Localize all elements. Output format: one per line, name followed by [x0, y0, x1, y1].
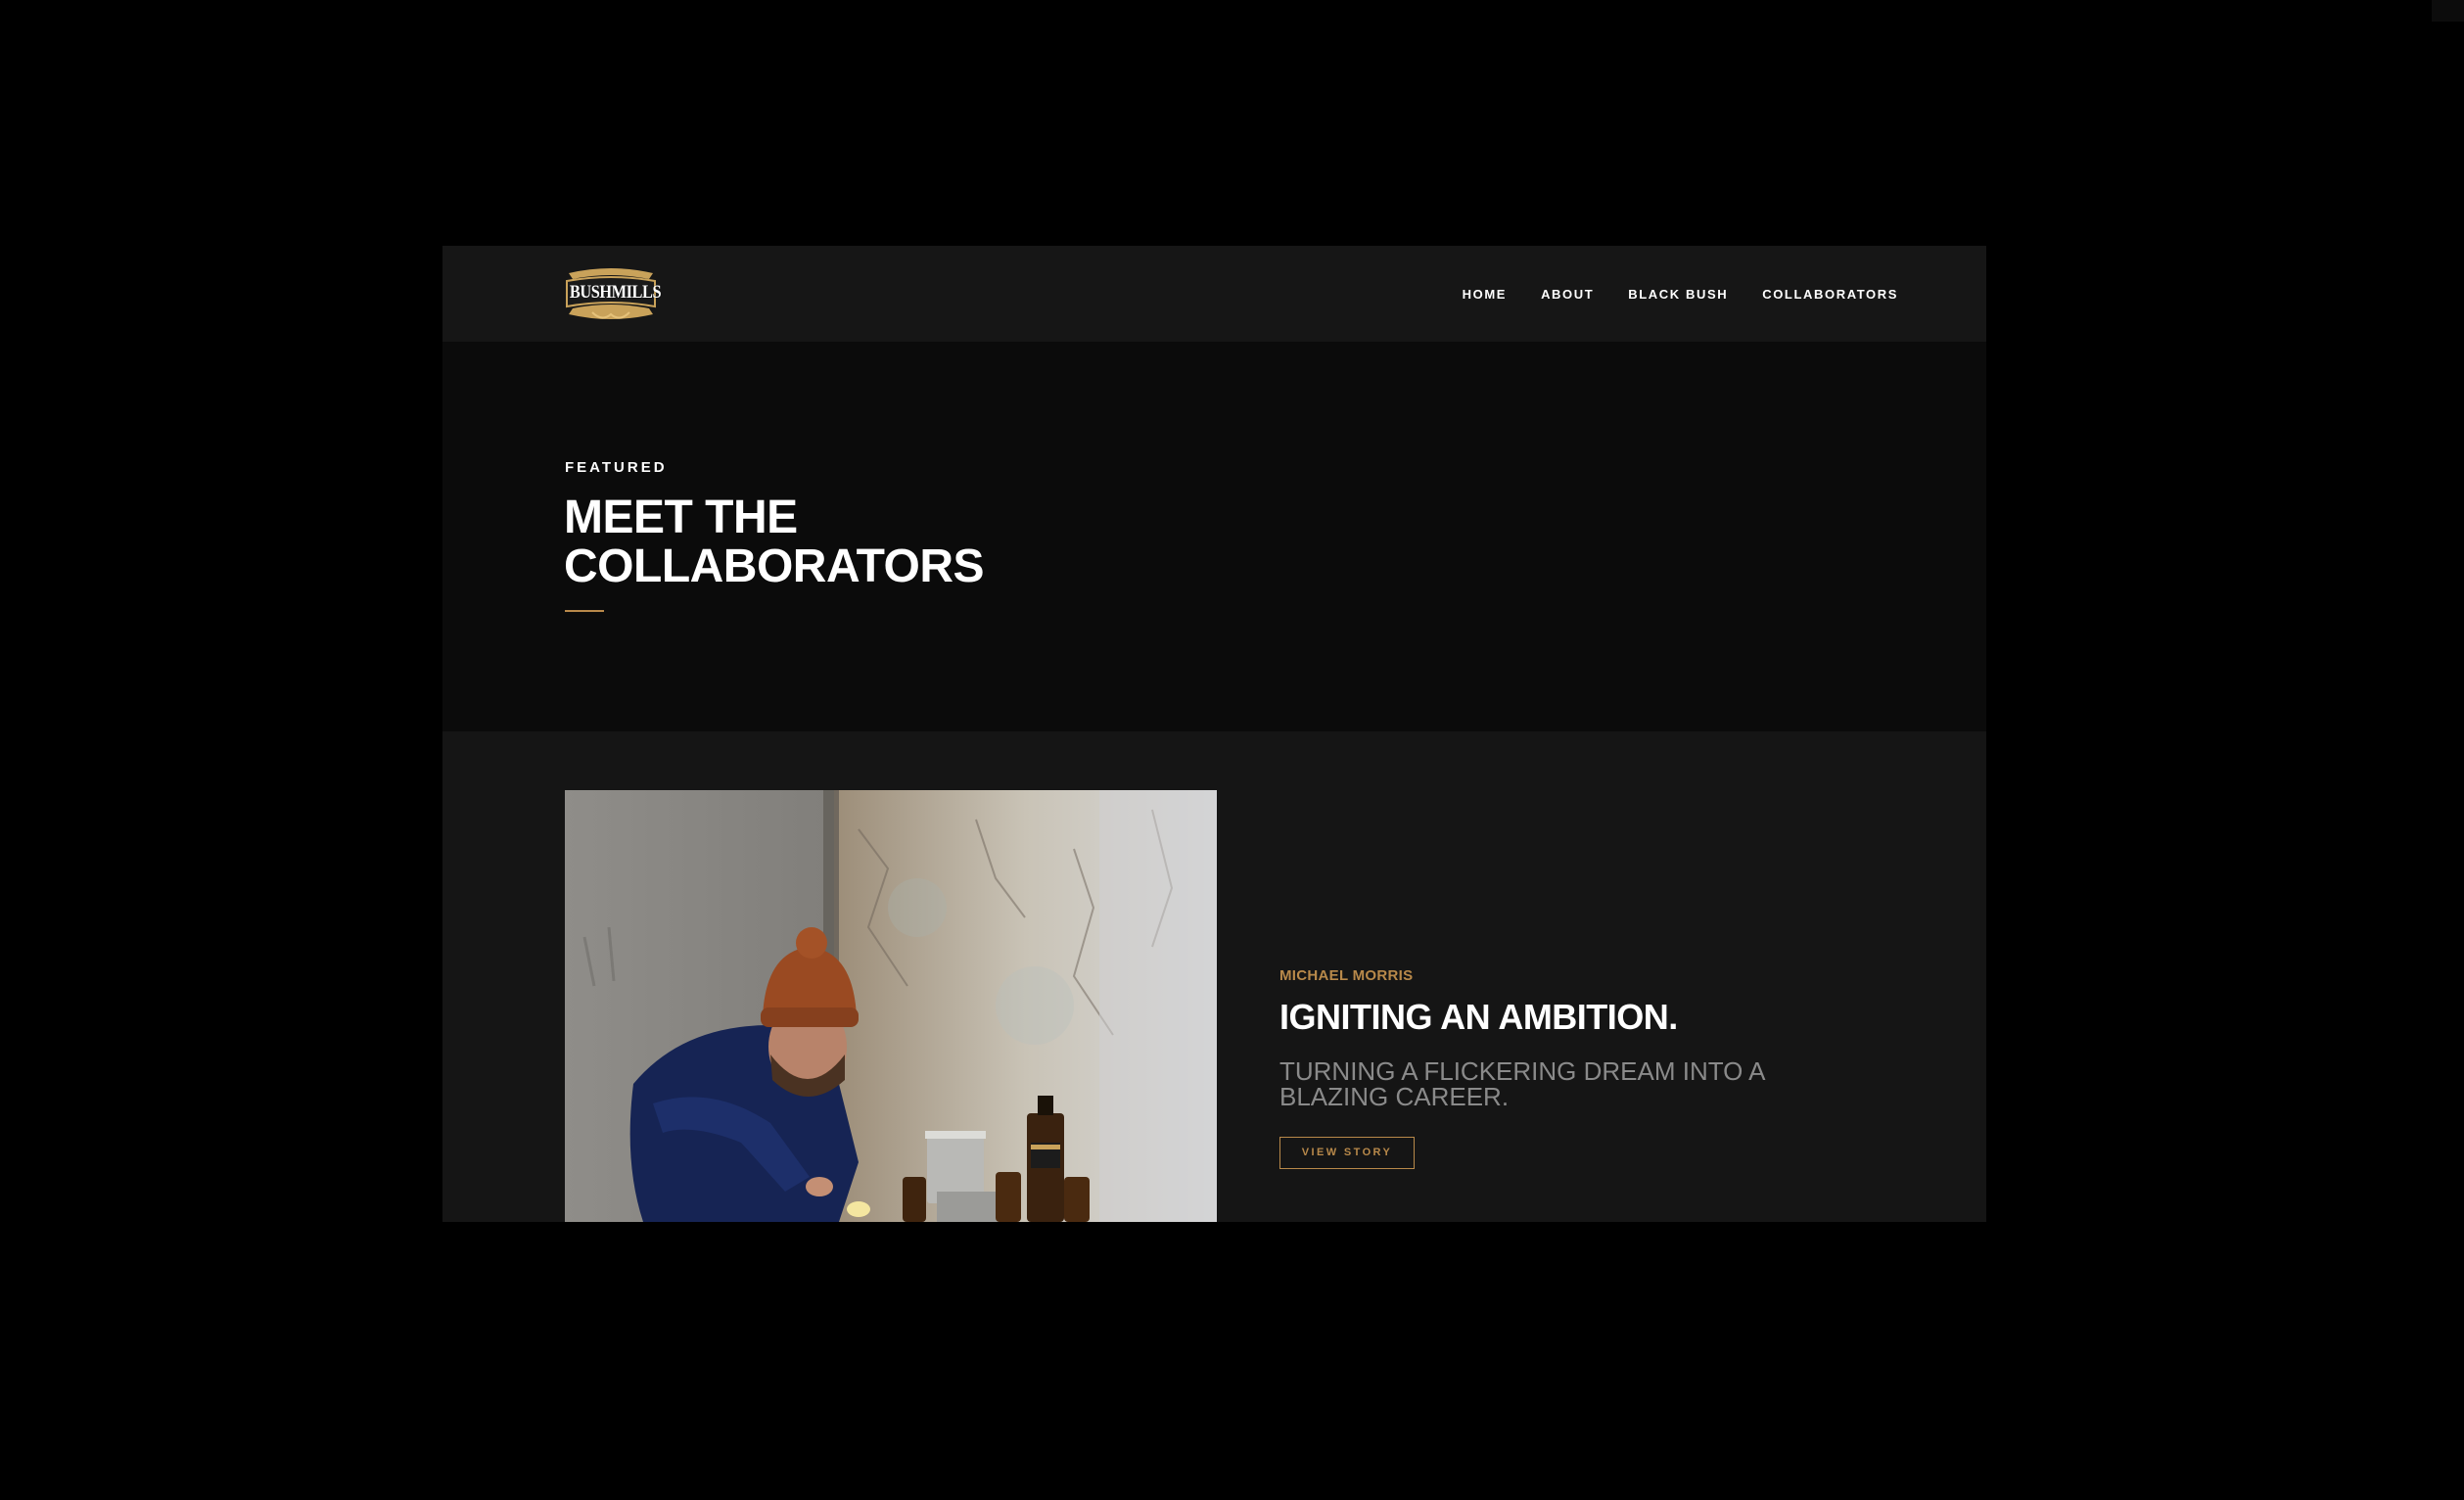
hero-section: FEATURED MEET THE COLLABORATORS	[442, 342, 1986, 731]
feature-photo[interactable]	[565, 790, 1217, 1222]
nav-item-home[interactable]: HOME	[1463, 287, 1507, 302]
nav-item-black-bush[interactable]: BLACK BUSH	[1628, 287, 1728, 302]
main-nav: HOME ABOUT BLACK BUSH COLLABORATORS	[1463, 246, 1898, 342]
hero-eyebrow: FEATURED	[565, 459, 668, 476]
hero-accent-rule	[565, 610, 604, 612]
nav-item-about[interactable]: ABOUT	[1541, 287, 1594, 302]
nav-item-collaborators[interactable]: COLLABORATORS	[1762, 287, 1898, 302]
logo-wordmark: BUSHMILLS	[569, 282, 662, 303]
person-pouring-photo-icon	[565, 790, 1217, 1222]
hero-title: MEET THE COLLABORATORS	[564, 493, 1151, 591]
website-viewport: BUSHMILLS HOME ABOUT BLACK BUSH COLLABOR…	[442, 246, 1986, 1222]
window-corner-tab	[2432, 0, 2464, 22]
featured-story: MICHAEL MORRIS IGNITING AN AMBITION. TUR…	[442, 731, 1986, 1222]
site-header: BUSHMILLS HOME ABOUT BLACK BUSH COLLABOR…	[442, 246, 1986, 342]
hero-title-line2: COLLABORATORS	[564, 540, 985, 592]
brand-logo[interactable]: BUSHMILLS	[563, 263, 662, 324]
collaborator-name: MICHAEL MORRIS	[1279, 967, 1414, 984]
story-title: IGNITING AN AMBITION.	[1279, 997, 1678, 1037]
story-subtitle: TURNING A FLICKERING DREAM INTO A BLAZIN…	[1279, 1056, 1765, 1111]
feature-text: MICHAEL MORRIS IGNITING AN AMBITION. TUR…	[1279, 967, 1828, 1169]
hero-title-line1: MEET THE	[564, 492, 798, 543]
view-story-button[interactable]: VIEW STORY	[1279, 1137, 1415, 1169]
